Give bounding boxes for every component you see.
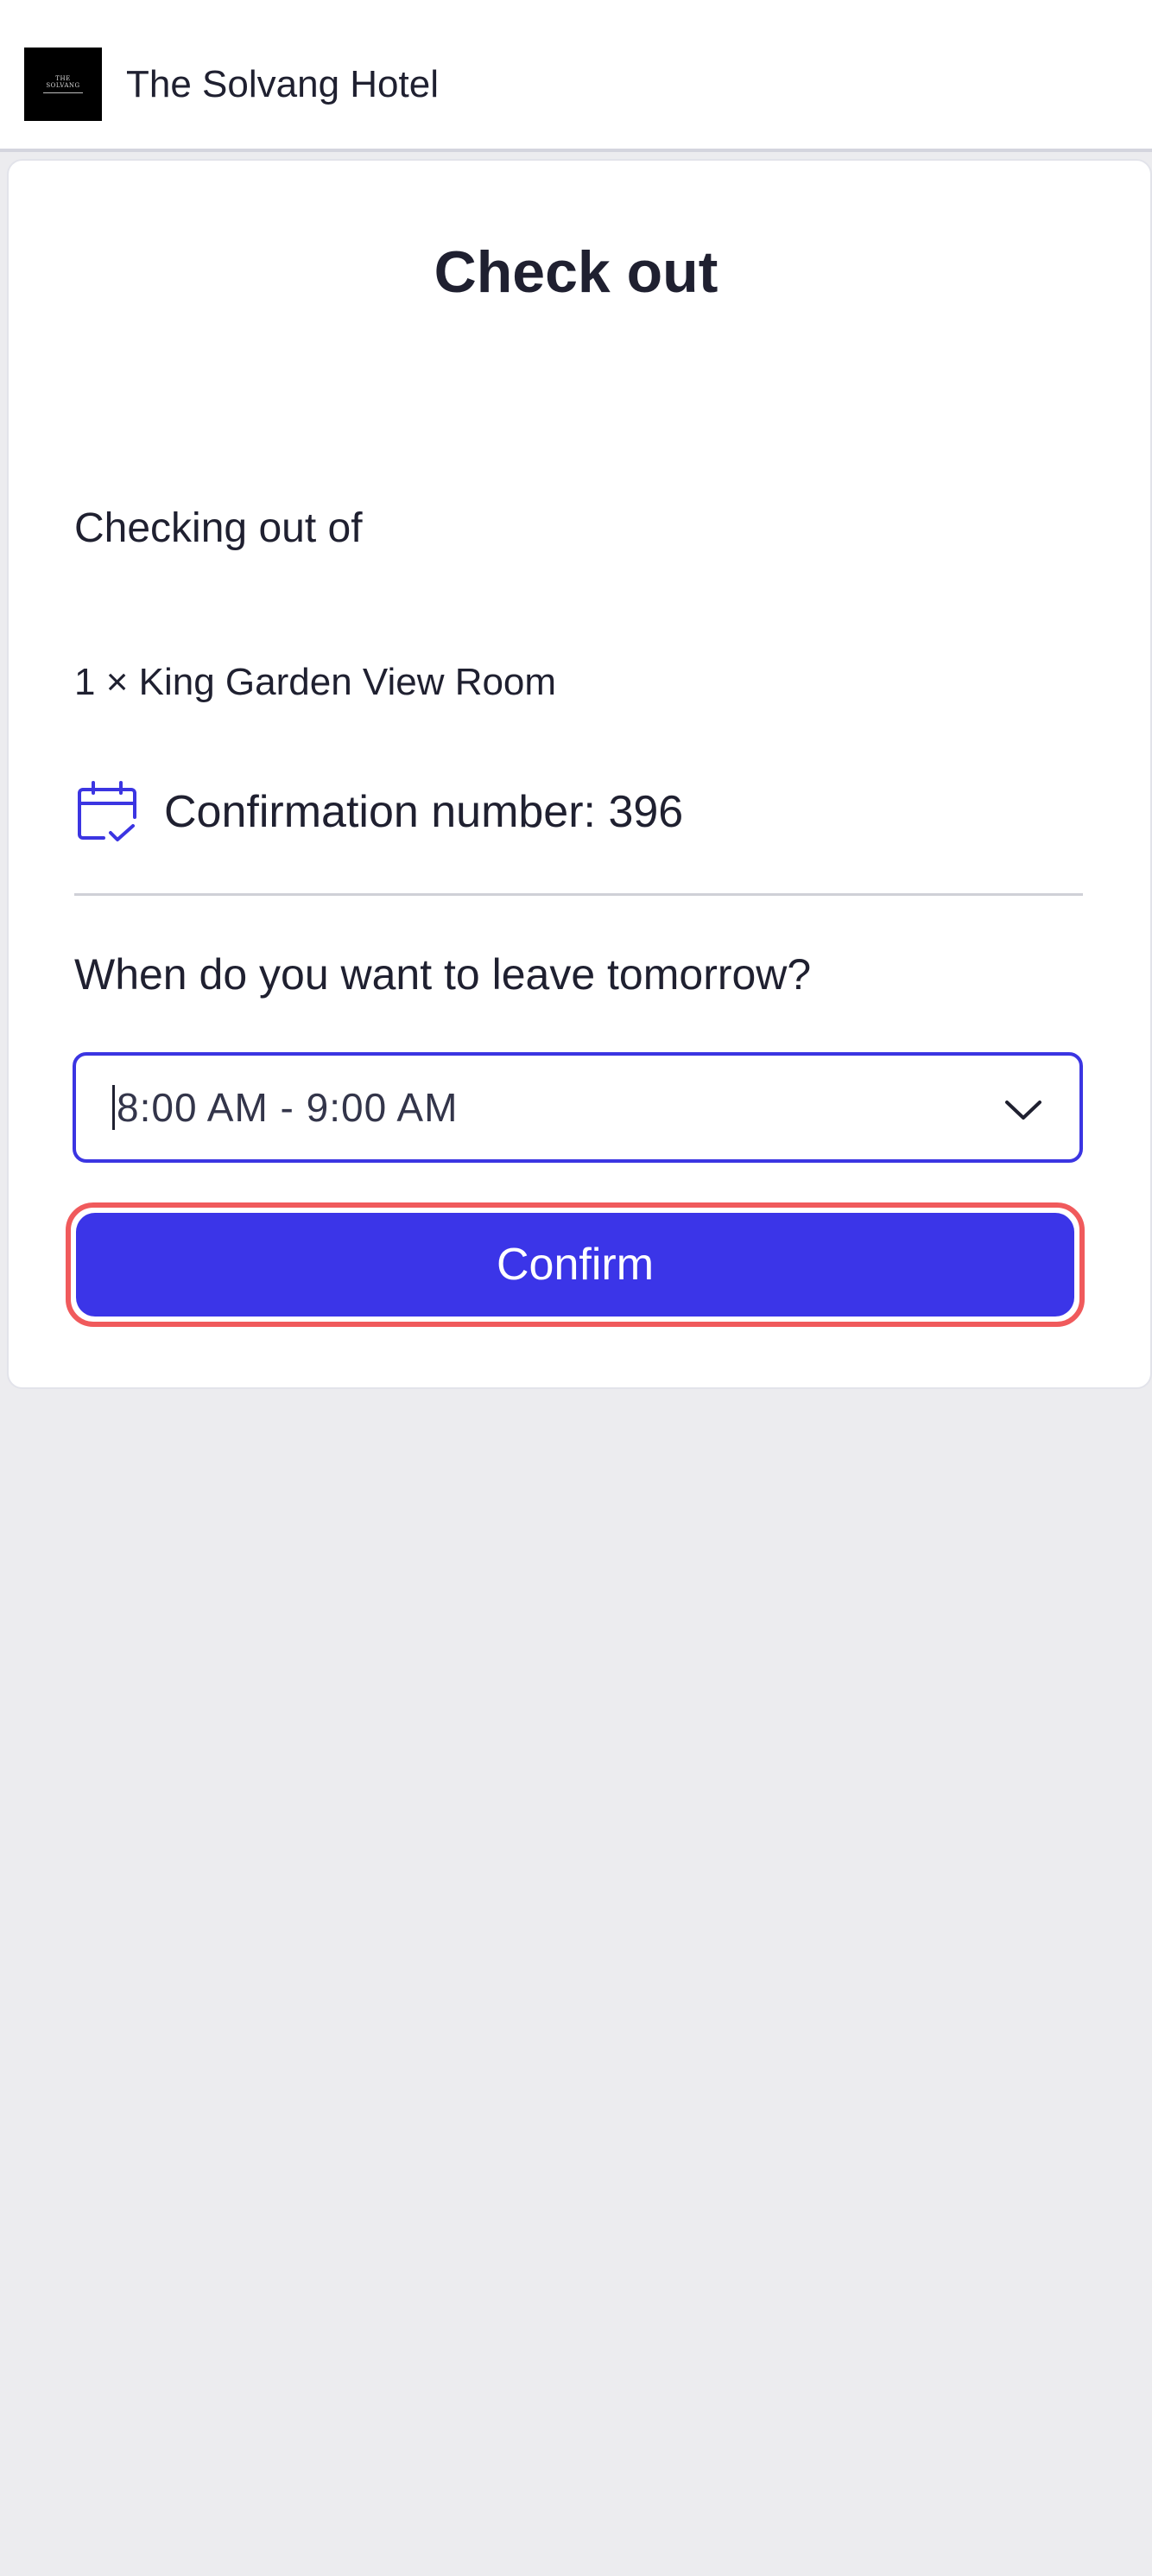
chevron-down-icon[interactable] (1002, 1088, 1045, 1132)
text-caret (112, 1085, 115, 1130)
divider (74, 893, 1083, 896)
departure-time-select[interactable]: 8:00 AM - 9:00 AM (73, 1052, 1083, 1163)
confirmation-row: Confirmation number: 396 (74, 777, 683, 847)
hotel-logo[interactable]: THE SOLVANG (24, 48, 102, 121)
checking-out-label: Checking out of (74, 505, 363, 551)
calendar-check-icon (74, 779, 140, 845)
departure-question: When do you want to leave tomorrow? (74, 950, 812, 999)
page-title: Check out (434, 239, 718, 305)
logo-text-line2: SOLVANG (46, 82, 80, 89)
logo-text-line1: THE (55, 75, 71, 82)
top-bar: THE SOLVANG The Solvang Hotel (0, 0, 1152, 152)
departure-time-value: 8:00 AM - 9:00 AM (117, 1085, 459, 1130)
confirm-button[interactable]: Confirm (76, 1213, 1074, 1317)
logo-rule (43, 92, 83, 93)
hotel-name: The Solvang Hotel (126, 63, 439, 105)
room-summary: 1 × King Garden View Room (74, 661, 557, 703)
confirmation-number: Confirmation number: 396 (164, 787, 684, 837)
